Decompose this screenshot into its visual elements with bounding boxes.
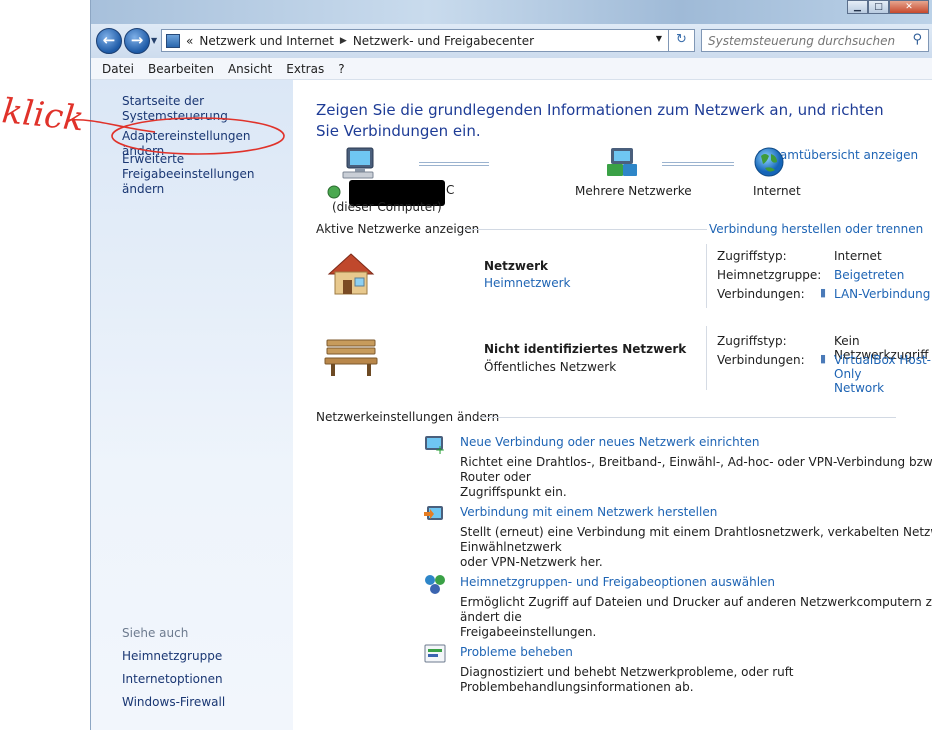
homegroup-sharing-icon xyxy=(425,575,445,594)
title-bar: ▁ □ ✕ xyxy=(91,0,932,24)
connections-label: Verbindungen: xyxy=(717,287,805,301)
task-description-line: Richtet eine Drahtlos-, Breitband-, Einw… xyxy=(460,455,932,484)
internet-globe-icon xyxy=(754,147,784,177)
explorer-window: ▁ □ ✕ ← → ▼ « Netzwerk und Internet ▶ Ne… xyxy=(90,0,932,730)
main-content: Zeigen Sie die grundlegenden Information… xyxy=(293,80,932,730)
refresh-icon[interactable]: ↻ xyxy=(669,29,695,52)
network-globe-icon xyxy=(327,185,341,199)
ethernet-icon: ▮ xyxy=(820,352,827,365)
menu-bar: Datei Bearbeiten Ansicht Extras ? xyxy=(91,58,932,80)
see-also-heading: Siehe auch xyxy=(122,626,189,640)
task-description: Richtet eine Drahtlos-, Breitband-, Einw… xyxy=(460,455,932,500)
screenshot: ▁ □ ✕ ← → ▼ « Netzwerk und Internet ▶ Ne… xyxy=(0,0,932,730)
breadcrumb-arrow-icon[interactable]: ▶ xyxy=(340,36,347,46)
menu-bearbeiten[interactable]: Bearbeiten xyxy=(141,62,221,76)
search-box[interactable]: ⚲ xyxy=(701,29,929,52)
task-description-line: Zugriffspunkt ein. xyxy=(460,485,567,499)
computer-name-suffix: C xyxy=(446,183,455,197)
task-link-homegroup-options[interactable]: Heimnetzgruppen- und Freigabeoptionen au… xyxy=(460,575,775,589)
ethernet-icon: ▮ xyxy=(820,286,827,299)
connect-disconnect-link[interactable]: Verbindung herstellen oder trennen xyxy=(709,222,923,236)
map-connection-line xyxy=(419,162,489,166)
task-description-line: Diagnostiziert und behebt Netzwerkproble… xyxy=(460,665,794,694)
access-type-value: Internet xyxy=(834,249,882,263)
sidebar-link-homegroup[interactable]: Heimnetzgruppe xyxy=(122,649,222,664)
task-description-line: Stellt (erneut) eine Verbindung mit eine… xyxy=(460,525,932,554)
internet-label: Internet xyxy=(753,184,801,198)
back-button[interactable]: ← xyxy=(96,28,122,54)
sidebar-link-advanced-line1: Erweiterte xyxy=(122,152,185,166)
access-type-label: Zugriffstyp: xyxy=(717,334,787,348)
search-input[interactable] xyxy=(702,30,902,51)
search-icon[interactable]: ⚲ xyxy=(912,32,922,47)
network-divider xyxy=(706,326,707,390)
network-divider xyxy=(706,244,707,308)
control-panel-icon xyxy=(166,33,180,48)
maximize-button[interactable]: □ xyxy=(868,0,889,14)
task-link-troubleshoot[interactable]: Probleme beheben xyxy=(460,645,573,659)
sidebar-link-advanced-line2: Freigabeeinstellungen ändern xyxy=(122,167,255,196)
task-description: Stellt (erneut) eine Verbindung mit eine… xyxy=(460,525,932,570)
computer-label: (dieser Computer) xyxy=(332,200,442,214)
access-type-label: Zugriffstyp: xyxy=(717,249,787,263)
lan-connection-link[interactable]: LAN-Verbindung xyxy=(834,287,930,301)
task-description: Ermöglicht Zugriff auf Dateien und Druck… xyxy=(460,595,932,640)
breadcrumb-overflow[interactable]: « xyxy=(186,34,193,48)
multiple-networks-icon xyxy=(607,148,637,176)
task-link-connect-network[interactable]: Verbindung mit einem Netzwerk herstellen xyxy=(460,505,717,519)
network-name: Nicht identifiziertes Netzwerk xyxy=(484,342,687,356)
window-controls: ▁ □ ✕ xyxy=(847,0,929,14)
svg-text:+: + xyxy=(435,443,445,456)
breadcrumb-network-center[interactable]: Netzwerk- und Freigabecenter xyxy=(353,34,534,48)
virtualbox-connection-line2: Network xyxy=(834,381,885,395)
multiple-networks-label: Mehrere Netzwerke xyxy=(575,184,692,198)
homegroup-label: Heimnetzgruppe: xyxy=(717,268,822,282)
breadcrumb-network-internet[interactable]: Netzwerk und Internet xyxy=(199,34,334,48)
public-network-bench-icon xyxy=(324,339,378,376)
task-description-line: oder VPN-Netzwerk her. xyxy=(460,555,603,569)
connect-network-icon xyxy=(424,506,443,520)
virtualbox-connection-link[interactable]: VirtualBox Host-Only Network xyxy=(834,353,932,395)
network-type: Öffentliches Netzwerk xyxy=(484,360,617,374)
navigation-bar: ← → ▼ « Netzwerk und Internet ▶ Netzwerk… xyxy=(91,24,932,58)
address-dropdown-icon[interactable]: ▼ xyxy=(656,34,662,43)
connections-label: Verbindungen: xyxy=(717,353,805,367)
menu-help[interactable]: ? xyxy=(331,62,351,76)
desktop-margin xyxy=(0,0,90,730)
homegroup-joined-link[interactable]: Beigetreten xyxy=(834,268,904,282)
page-title: Zeigen Sie die grundlegenden Information… xyxy=(316,101,884,140)
close-button[interactable]: ✕ xyxy=(889,0,929,14)
sidebar-link-advanced-sharing[interactable]: Erweiterte Freigabeeinstellungen ändern xyxy=(122,152,293,197)
task-description-line: Ermöglicht Zugriff auf Dateien und Druck… xyxy=(460,595,932,624)
section-divider xyxy=(463,229,707,230)
forward-button[interactable]: → xyxy=(124,28,150,54)
active-networks-heading: Aktive Netzwerke anzeigen xyxy=(316,222,480,236)
sidebar-link-internet-options[interactable]: Internetoptionen xyxy=(122,672,223,687)
section-divider xyxy=(479,417,896,418)
address-bar[interactable]: « Netzwerk und Internet ▶ Netzwerk- und … xyxy=(161,29,669,52)
menu-ansicht[interactable]: Ansicht xyxy=(221,62,279,76)
menu-extras[interactable]: Extras xyxy=(279,62,331,76)
recent-pages-dropdown-icon[interactable]: ▼ xyxy=(151,36,157,45)
map-connection-line xyxy=(662,162,734,166)
new-connection-icon: + xyxy=(425,436,445,456)
task-link-new-connection[interactable]: Neue Verbindung oder neues Netzwerk einr… xyxy=(460,435,759,449)
virtualbox-connection-line1: VirtualBox Host-Only xyxy=(834,353,931,381)
task-description: Diagnostiziert und behebt Netzwerkproble… xyxy=(460,665,932,695)
network-type-link[interactable]: Heimnetzwerk xyxy=(484,276,571,290)
network-name: Netzwerk xyxy=(484,259,549,273)
network-settings-heading: Netzwerkeinstellungen ändern xyxy=(316,410,500,424)
troubleshoot-icon xyxy=(424,644,446,663)
task-description-line: Freigabeeinstellungen. xyxy=(460,625,597,639)
sidebar-link-home[interactable]: Startseite der Systemsteuerung xyxy=(122,94,293,124)
task-sidebar: Startseite der Systemsteuerung Adapterei… xyxy=(91,80,293,730)
minimize-button[interactable]: ▁ xyxy=(847,0,868,14)
computer-icon xyxy=(342,147,374,179)
sidebar-link-firewall[interactable]: Windows-Firewall xyxy=(122,695,225,710)
home-network-icon xyxy=(327,253,375,295)
menu-datei[interactable]: Datei xyxy=(95,62,141,76)
